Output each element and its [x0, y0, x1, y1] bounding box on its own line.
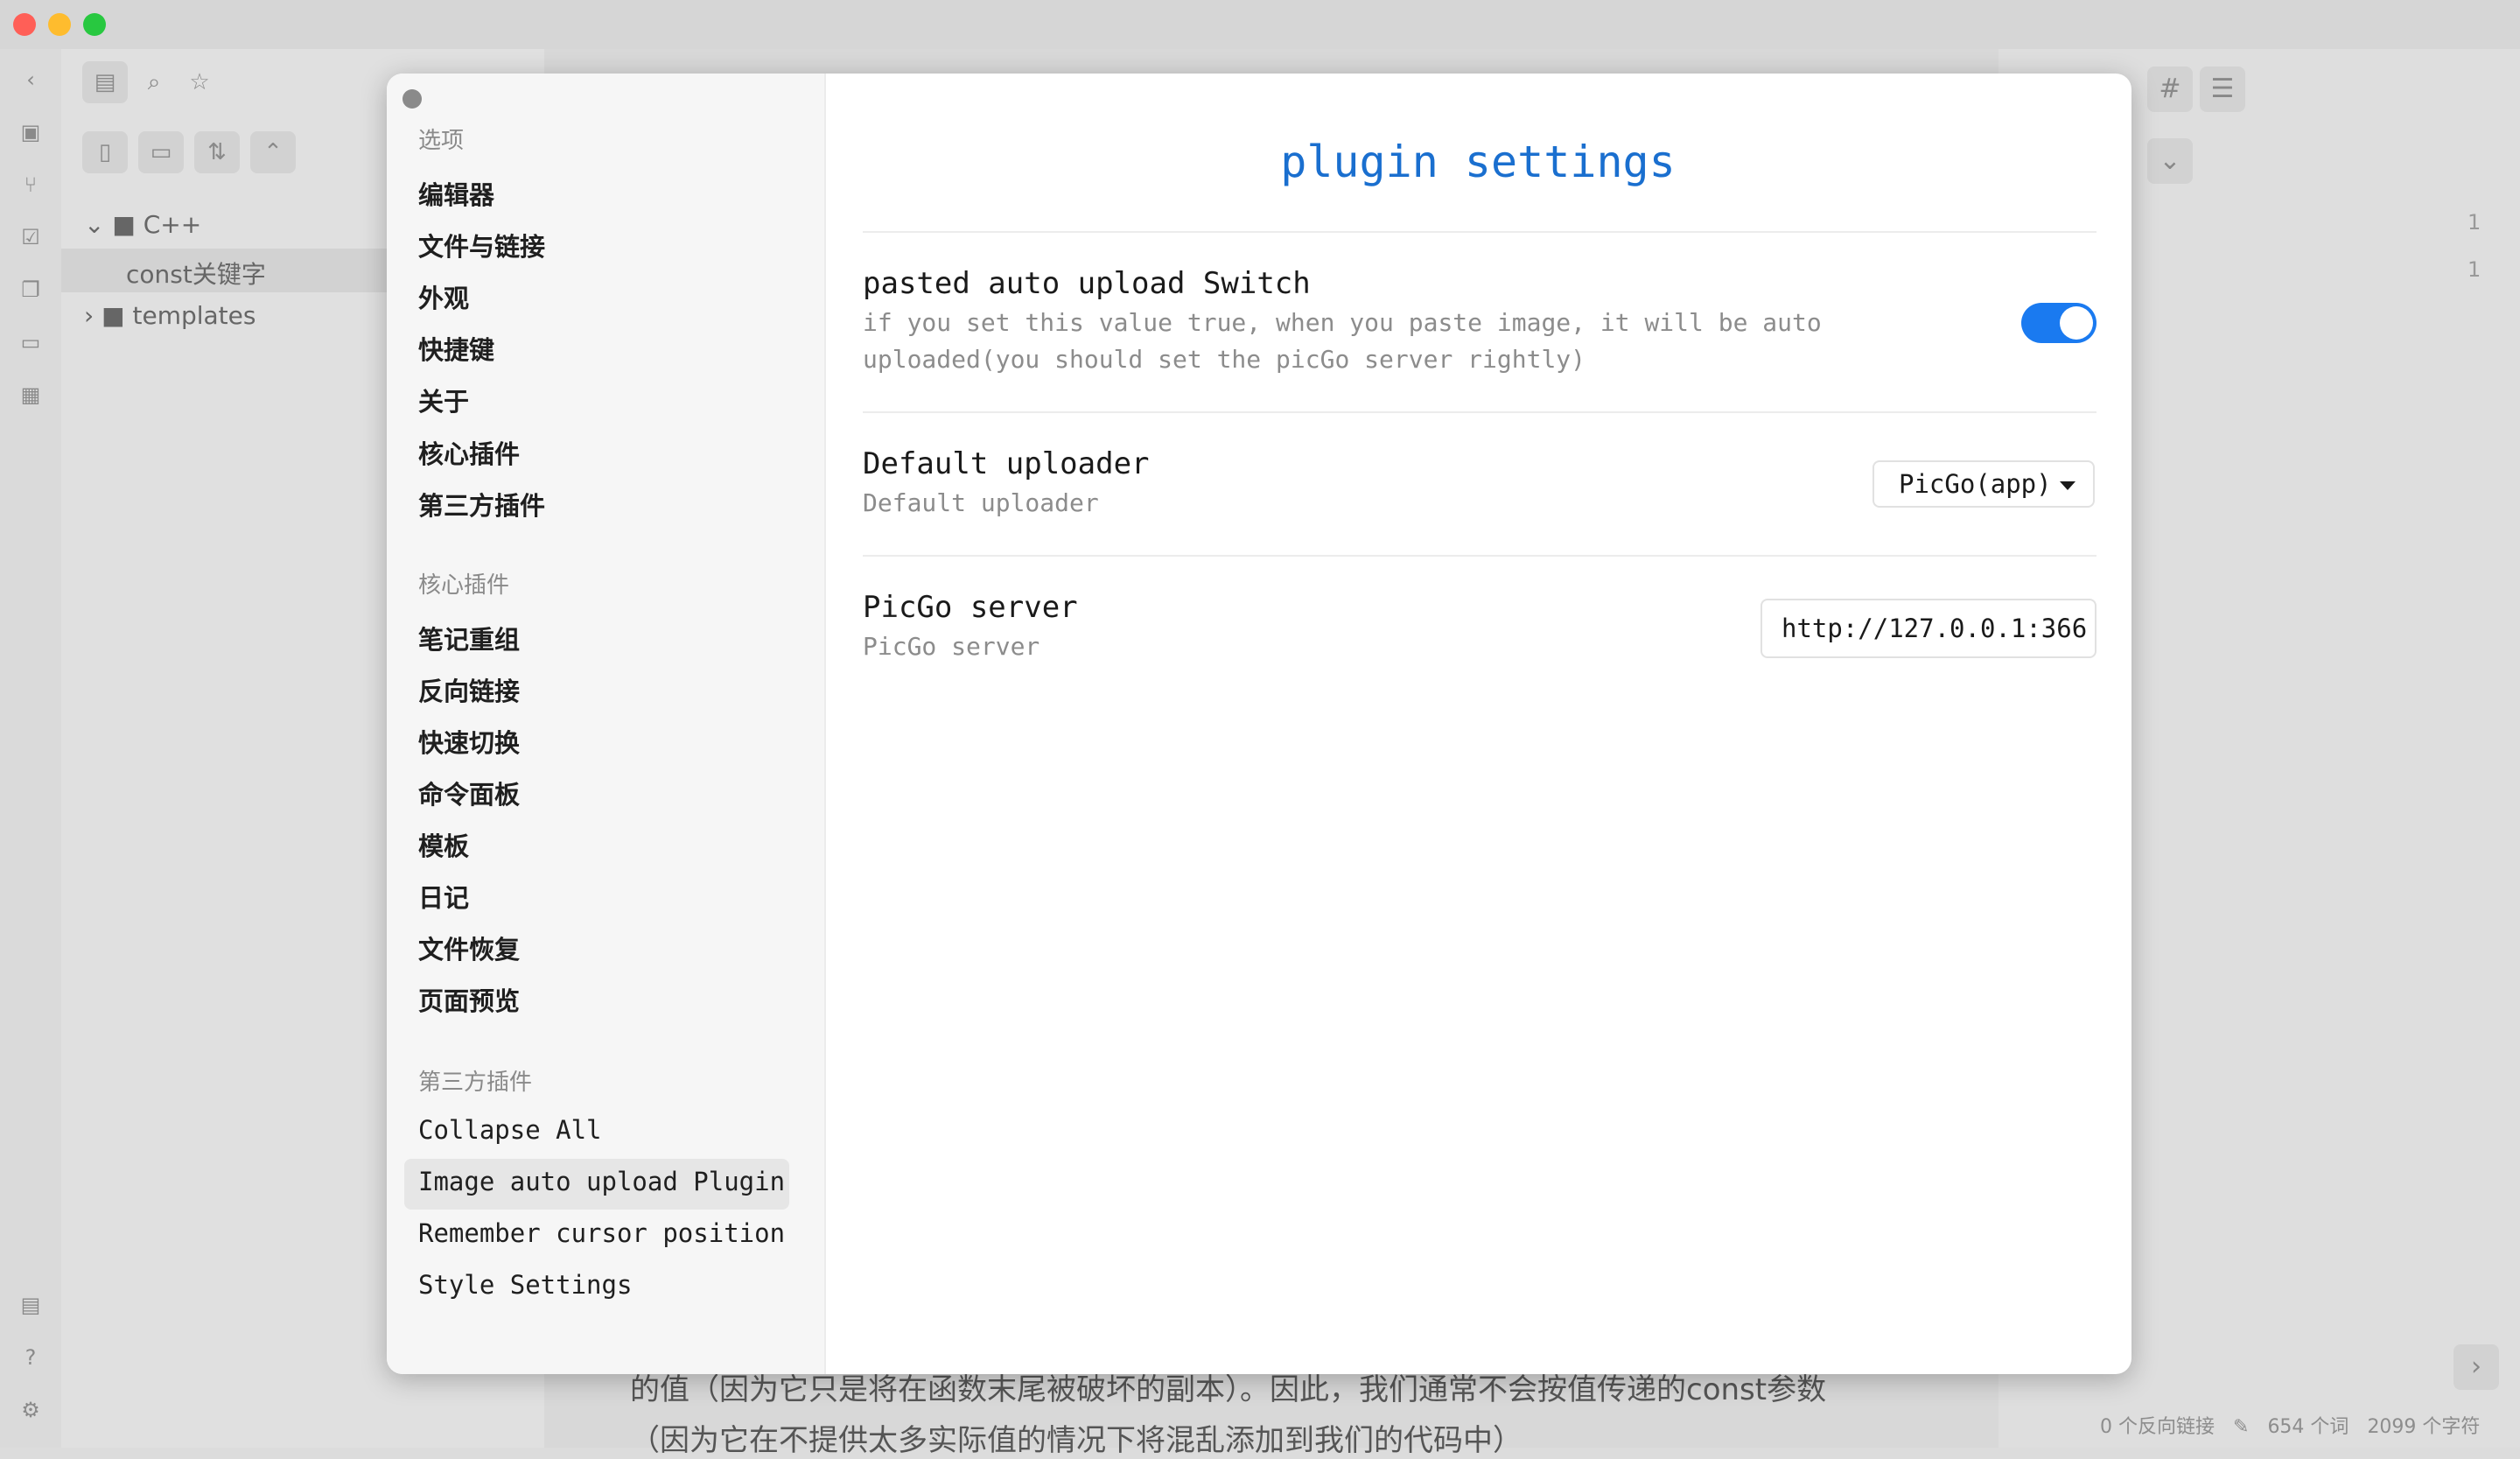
backlink-count: 1: [2468, 210, 2482, 235]
folder-icon: ■: [102, 301, 125, 330]
collapse-all-icon[interactable]: ⌃: [250, 131, 296, 173]
folder-icon: ■: [112, 210, 136, 239]
toggle-knob: [2060, 306, 2093, 340]
backlink-count: 1: [2468, 257, 2482, 282]
status-backlinks[interactable]: 0 个反向链接: [2100, 1416, 2215, 1438]
status-chars: 2099 个字符: [2367, 1416, 2481, 1438]
search-tab-icon[interactable]: ⌕: [131, 61, 177, 103]
help-icon[interactable]: ?: [18, 1344, 44, 1371]
status-bar: 0 个反向链接 ✎ 654 个词 2099 个字符: [2100, 1411, 2492, 1439]
divider: [863, 555, 2096, 557]
collapse-down-icon[interactable]: ⌄: [2147, 138, 2193, 184]
sidebar-item-collapse-all[interactable]: Collapse All: [418, 1115, 602, 1145]
dropdown-value: PicGo(app): [1899, 469, 2052, 499]
left-ribbon: ‹ ▣ ⑂ ☑ ❐ ▭ ▦ ▤ ? ⚙: [0, 49, 61, 1448]
sidebar-item-quick-switcher[interactable]: 快速切换: [418, 723, 520, 760]
terminal-icon[interactable]: ▭: [18, 329, 44, 355]
sidebar-item-backlinks[interactable]: 反向链接: [418, 671, 520, 708]
sidebar-item-file-recovery[interactable]: 文件恢复: [418, 929, 520, 966]
divider: [863, 231, 2096, 233]
auto-upload-toggle[interactable]: [2021, 303, 2096, 343]
setting-description: Default uploader: [863, 488, 1099, 517]
status-words: 654 个词: [2267, 1416, 2349, 1438]
divider: [863, 411, 2096, 413]
section-heading-options: 选项: [418, 128, 465, 154]
apps-icon[interactable]: ▦: [18, 382, 44, 408]
setting-name: PicGo server: [863, 590, 1078, 625]
sidebar-item-editor[interactable]: 编辑器: [418, 175, 494, 212]
setting-name: pasted auto upload Switch: [863, 266, 1311, 301]
vault-icon[interactable]: ▤: [18, 1292, 44, 1318]
chevron-down-icon: ⌄: [84, 210, 105, 239]
page-title: plugin settings: [1280, 137, 1676, 187]
close-window-button[interactable]: [13, 13, 36, 36]
tree-folder-cpp[interactable]: ⌄ ■ C++: [84, 210, 201, 239]
section-heading-core: 核心插件: [418, 572, 510, 599]
sidebar-item-page-preview[interactable]: 页面预览: [418, 981, 520, 1018]
new-note-icon[interactable]: ▯: [82, 131, 128, 173]
sidebar-item-core-plugins[interactable]: 核心插件: [418, 434, 520, 471]
hashtag-icon[interactable]: #: [2147, 67, 2193, 112]
picgo-server-input[interactable]: http://127.0.0.1:366: [1760, 599, 2096, 658]
editor-line: （因为它在不提供太多实际值的情况下将混乱添加到我们的代码中）: [630, 1423, 1522, 1458]
collapse-sidebar-icon[interactable]: ‹: [18, 67, 44, 93]
new-folder-icon[interactable]: ▭: [138, 131, 184, 173]
window-titlebar: [0, 0, 2520, 49]
copy-icon[interactable]: ❐: [18, 277, 44, 303]
settings-content: plugin settings pasted auto upload Switc…: [824, 74, 2132, 1374]
settings-sidebar: 选项 编辑器 文件与链接 外观 快捷键 关于 核心插件 第三方插件 核心插件 笔…: [387, 74, 826, 1374]
setting-name: Default uploader: [863, 446, 1150, 481]
sidebar-item-appearance[interactable]: 外观: [418, 278, 469, 315]
search-file-icon[interactable]: ▣: [18, 119, 44, 145]
outline-list-icon[interactable]: ☰: [2200, 67, 2245, 112]
default-uploader-dropdown[interactable]: PicGo(app): [1872, 460, 2095, 508]
sidebar-item-about[interactable]: 关于: [418, 382, 469, 418]
chevron-right-icon: ›: [84, 301, 94, 330]
close-icon[interactable]: [402, 89, 422, 109]
sidebar-item-files-links[interactable]: 文件与链接: [418, 227, 545, 263]
sort-icon[interactable]: ⇅: [194, 131, 240, 173]
setting-description: if you set this value true, when you pas…: [863, 308, 1822, 374]
minimize-window-button[interactable]: [48, 13, 71, 36]
settings-modal: 选项 编辑器 文件与链接 外观 快捷键 关于 核心插件 第三方插件 核心插件 笔…: [387, 74, 2132, 1374]
files-tab-icon[interactable]: ▤: [82, 61, 128, 103]
chevron-right-icon[interactable]: ›: [2454, 1344, 2499, 1390]
section-heading-community: 第三方插件: [418, 1070, 533, 1096]
sidebar-item-image-auto-upload[interactable]: Image auto upload Plugin: [418, 1167, 785, 1196]
sidebar-item-command-palette[interactable]: 命令面板: [418, 775, 520, 811]
starred-tab-icon[interactable]: ☆: [177, 61, 222, 103]
maximize-window-button[interactable]: [83, 13, 106, 36]
tree-file-const[interactable]: const关键字: [126, 256, 266, 291]
daily-note-icon[interactable]: ☑: [18, 224, 44, 250]
tree-folder-templates[interactable]: › ■ templates: [84, 301, 256, 330]
sidebar-item-hotkeys[interactable]: 快捷键: [418, 330, 494, 367]
settings-gear-icon[interactable]: ⚙: [18, 1397, 44, 1423]
setting-description: PicGo server: [863, 632, 1040, 661]
sidebar-item-community-plugins[interactable]: 第三方插件: [418, 486, 545, 523]
sidebar-item-style-settings[interactable]: Style Settings: [418, 1270, 632, 1300]
sidebar-item-note-composer[interactable]: 笔记重组: [418, 620, 520, 656]
pencil-icon: ✎: [2233, 1416, 2250, 1438]
sidebar-item-daily-notes[interactable]: 日记: [418, 878, 469, 915]
caret-down-icon: [2060, 481, 2076, 490]
graph-view-icon[interactable]: ⑂: [18, 172, 44, 198]
sidebar-item-templates[interactable]: 模板: [418, 826, 469, 863]
sidebar-item-remember-cursor[interactable]: Remember cursor position: [418, 1218, 785, 1248]
